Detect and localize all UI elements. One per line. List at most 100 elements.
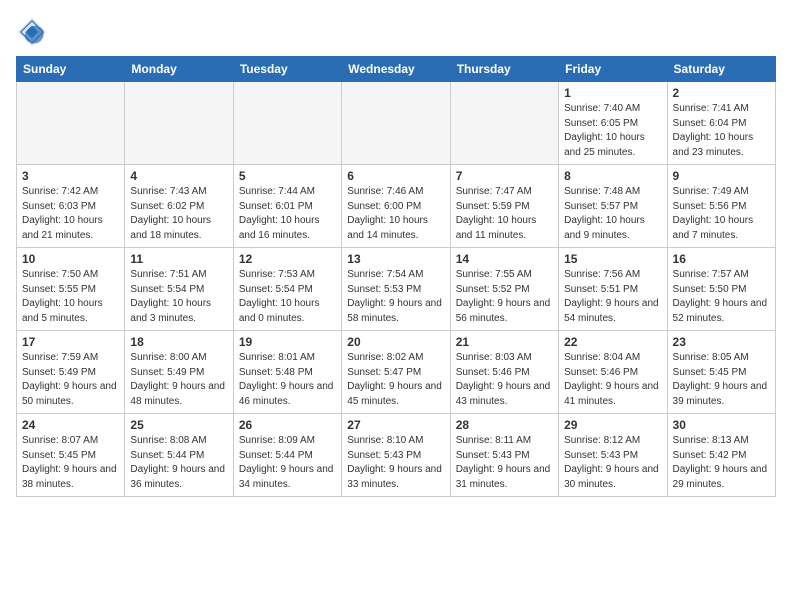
date-number: 14 [456,252,553,266]
date-number: 27 [347,418,444,432]
calendar-day: 11 Sunrise: 7:51 AMSunset: 5:54 PMDayligh… [125,248,233,331]
date-number: 23 [673,335,770,349]
calendar-week-5: 24 Sunrise: 8:07 AMSunset: 5:45 PMDayligh… [17,414,776,497]
calendar-day: 28Sunrise: 8:11 AMSunset: 5:43 PMDayligh… [450,414,558,497]
calendar-day: 5Sunrise: 7:44 AMSunset: 6:01 PMDaylight… [233,165,341,248]
date-number: 25 [130,418,227,432]
calendar-day: 17 Sunrise: 7:59 AMSunset: 5:49 PMDayligh… [17,331,125,414]
calendar-day: 29 Sunrise: 8:12 AMSunset: 5:43 PMDayligh… [559,414,667,497]
day-info: Sunrise: 7:41 AMSunset: 6:04 PMDaylight:… [673,102,770,160]
day-info: Sunrise: 8:13 AMSunset: 5:42 PMDaylight:… [673,434,770,492]
calendar-day: 27Sunrise: 8:10 AMSunset: 5:43 PMDayligh… [342,414,450,497]
day-info: Sunrise: 8:01 AMSunset: 5:48 PMDaylight:… [239,351,336,409]
date-number: 15 [564,252,661,266]
logo-icon [16,16,48,48]
calendar-day: 30 Sunrise: 8:13 AMSunset: 5:42 PMDayligh… [667,414,775,497]
calendar-header-row: SundayMondayTuesdayWednesdayThursdayFrid… [17,57,776,82]
day-info: Sunrise: 7:48 AMSunset: 5:57 PMDaylight:… [564,185,661,243]
calendar-day: 25 Sunrise: 8:08 AMSunset: 5:44 PMDayligh… [125,414,233,497]
date-number: 26 [239,418,336,432]
date-number: 11 [130,252,227,266]
day-info: Sunrise: 8:03 AMSunset: 5:46 PMDaylight:… [456,351,553,409]
date-number: 9 [673,169,770,183]
day-info: Sunrise: 7:56 AMSunset: 5:51 PMDaylight:… [564,268,661,326]
date-number: 22 [564,335,661,349]
date-number: 24 [22,418,119,432]
calendar-day: 13Sunrise: 7:54 AMSunset: 5:53 PMDayligh… [342,248,450,331]
calendar-day: 23 Sunrise: 8:05 AMSunset: 5:45 PMDayligh… [667,331,775,414]
date-number: 20 [347,335,444,349]
day-info: Sunrise: 8:08 AMSunset: 5:44 PMDaylight:… [130,434,227,492]
date-number: 8 [564,169,661,183]
day-info: Sunrise: 7:51 AMSunset: 5:54 PMDaylight:… [130,268,227,326]
weekday-header-friday: Friday [559,57,667,82]
weekday-header-saturday: Saturday [667,57,775,82]
date-number: 16 [673,252,770,266]
day-info: Sunrise: 8:12 AMSunset: 5:43 PMDaylight:… [564,434,661,492]
day-info: Sunrise: 7:49 AMSunset: 5:56 PMDaylight:… [673,185,770,243]
calendar-table: SundayMondayTuesdayWednesdayThursdayFrid… [16,56,776,497]
calendar-day: 2 Sunrise: 7:41 AMSunset: 6:04 PMDaylight… [667,82,775,165]
date-number: 10 [22,252,119,266]
calendar-week-1: 1Sunrise: 7:40 AMSunset: 6:05 PMDaylight… [17,82,776,165]
calendar-week-2: 3 Sunrise: 7:42 AMSunset: 6:03 PMDaylight… [17,165,776,248]
date-number: 30 [673,418,770,432]
day-info: Sunrise: 8:07 AMSunset: 5:45 PMDaylight:… [22,434,119,492]
calendar-day: 3 Sunrise: 7:42 AMSunset: 6:03 PMDaylight… [17,165,125,248]
calendar-day [233,82,341,165]
calendar-day: 14 Sunrise: 7:55 AMSunset: 5:52 PMDayligh… [450,248,558,331]
weekday-header-tuesday: Tuesday [233,57,341,82]
date-number: 29 [564,418,661,432]
calendar-day: 22 Sunrise: 8:04 AMSunset: 5:46 PMDayligh… [559,331,667,414]
calendar-day: 12 Sunrise: 7:53 AMSunset: 5:54 PMDayligh… [233,248,341,331]
day-info: Sunrise: 8:05 AMSunset: 5:45 PMDaylight:… [673,351,770,409]
day-info: Sunrise: 7:50 AMSunset: 5:55 PMDaylight:… [22,268,119,326]
weekday-header-sunday: Sunday [17,57,125,82]
weekday-header-monday: Monday [125,57,233,82]
calendar-day: 16 Sunrise: 7:57 AMSunset: 5:50 PMDayligh… [667,248,775,331]
date-number: 18 [130,335,227,349]
date-number: 12 [239,252,336,266]
calendar-day: 7Sunrise: 7:47 AMSunset: 5:59 PMDaylight… [450,165,558,248]
calendar-day: 10 Sunrise: 7:50 AMSunset: 5:55 PMDayligh… [17,248,125,331]
calendar-day: 15 Sunrise: 7:56 AMSunset: 5:51 PMDayligh… [559,248,667,331]
calendar-day: 24 Sunrise: 8:07 AMSunset: 5:45 PMDayligh… [17,414,125,497]
day-info: Sunrise: 8:04 AMSunset: 5:46 PMDaylight:… [564,351,661,409]
calendar-week-4: 17 Sunrise: 7:59 AMSunset: 5:49 PMDayligh… [17,331,776,414]
logo [16,16,52,48]
calendar-day: 20 Sunrise: 8:02 AMSunset: 5:47 PMDayligh… [342,331,450,414]
day-info: Sunrise: 7:54 AMSunset: 5:53 PMDaylight:… [347,268,444,326]
calendar-day: 21 Sunrise: 8:03 AMSunset: 5:46 PMDayligh… [450,331,558,414]
day-info: Sunrise: 8:00 AMSunset: 5:49 PMDaylight:… [130,351,227,409]
date-number: 17 [22,335,119,349]
calendar-week-3: 10 Sunrise: 7:50 AMSunset: 5:55 PMDayligh… [17,248,776,331]
calendar-day: 18 Sunrise: 8:00 AMSunset: 5:49 PMDayligh… [125,331,233,414]
date-number: 21 [456,335,553,349]
day-info: Sunrise: 7:53 AMSunset: 5:54 PMDaylight:… [239,268,336,326]
day-info: Sunrise: 7:43 AMSunset: 6:02 PMDaylight:… [130,185,227,243]
page-header [16,16,776,48]
date-number: 1 [564,86,661,100]
weekday-header-wednesday: Wednesday [342,57,450,82]
day-info: Sunrise: 7:47 AMSunset: 5:59 PMDaylight:… [456,185,553,243]
day-info: Sunrise: 7:46 AMSunset: 6:00 PMDaylight:… [347,185,444,243]
calendar-day: 9 Sunrise: 7:49 AMSunset: 5:56 PMDaylight… [667,165,775,248]
calendar-day: 8 Sunrise: 7:48 AMSunset: 5:57 PMDaylight… [559,165,667,248]
day-info: Sunrise: 7:42 AMSunset: 6:03 PMDaylight:… [22,185,119,243]
calendar-day: 19 Sunrise: 8:01 AMSunset: 5:48 PMDayligh… [233,331,341,414]
day-info: Sunrise: 8:11 AMSunset: 5:43 PMDaylight:… [456,434,553,492]
calendar-day: 26 Sunrise: 8:09 AMSunset: 5:44 PMDayligh… [233,414,341,497]
date-number: 6 [347,169,444,183]
day-info: Sunrise: 7:59 AMSunset: 5:49 PMDaylight:… [22,351,119,409]
calendar-day: 4Sunrise: 7:43 AMSunset: 6:02 PMDaylight… [125,165,233,248]
calendar-day [450,82,558,165]
calendar-day [17,82,125,165]
calendar-day [342,82,450,165]
day-info: Sunrise: 8:09 AMSunset: 5:44 PMDaylight:… [239,434,336,492]
day-info: Sunrise: 8:02 AMSunset: 5:47 PMDaylight:… [347,351,444,409]
date-number: 2 [673,86,770,100]
date-number: 3 [22,169,119,183]
day-info: Sunrise: 7:57 AMSunset: 5:50 PMDaylight:… [673,268,770,326]
date-number: 19 [239,335,336,349]
day-info: Sunrise: 7:55 AMSunset: 5:52 PMDaylight:… [456,268,553,326]
